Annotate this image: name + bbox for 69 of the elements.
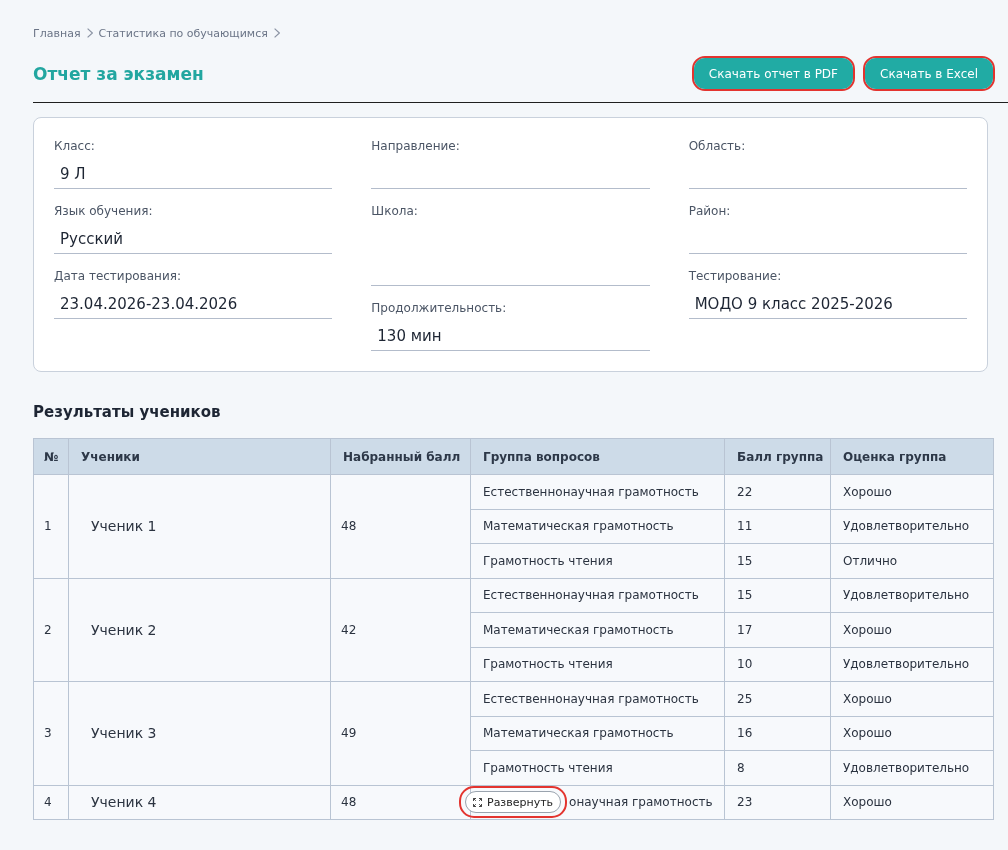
field-label: Район: [688,203,732,219]
table-cell: Хорошо [830,716,994,751]
table-cell: 49 [330,681,471,785]
table-cell: Математическая грамотность [470,509,725,544]
text-field[interactable]: 130 мин [371,316,650,351]
page-title: Отчет за экзамен [33,63,204,84]
table-cell: Удовлетворительно [830,578,994,613]
table-cell: онаучная грамотность [569,795,713,810]
table-cell: 15 [724,578,831,613]
expand-icon [473,797,482,807]
table-cell: Хорошо [830,612,994,647]
table-cell: 22 [724,474,831,509]
table-cell: 4 [33,785,69,820]
column-header: Группа вопросов [470,438,725,475]
table-cell: Естественнонаучная грамотность [470,578,725,613]
table-cell: Грамотность чтения [470,647,725,682]
student-name: Ученик 2 [68,578,331,682]
table-cell: 17 [724,612,831,647]
student-name: Ученик 1 [68,474,331,578]
table-cell: 3 [33,681,69,785]
field-label: Продолжительность: [371,300,508,316]
expand-button[interactable]: Развернуть [465,791,562,814]
table-cell: Грамотность чтения [470,543,725,578]
chevron-right-icon [273,28,280,38]
table-cell: 25 [724,681,831,716]
section-title: Результаты учеников [33,402,222,422]
table-cell: 48 [330,474,471,578]
table-cell: 42 [330,578,471,682]
field-label: Школа: [371,203,419,219]
field-label: Дата тестирования: [54,268,182,284]
field-label: Область: [688,138,747,154]
column-header: Оценка группа [830,438,994,475]
column-header: Ученики [68,438,331,475]
field-label: Тестирование: [688,268,783,284]
breadcrumb-link[interactable]: Главная [33,26,81,40]
table-cell: Математическая грамотность [470,612,725,647]
table-cell: Хорошо [830,474,994,509]
table-cell: 23 [724,785,831,820]
column-header: Балл группа [724,438,831,475]
table-cell: 15 [724,543,831,578]
table-cell: Удовлетворительно [830,647,994,682]
table-cell: Удовлетворительно [830,750,994,785]
student-name: Ученик 3 [68,681,331,785]
table-cell: Отлично [830,543,994,578]
student-name: Ученик 4 [68,785,331,820]
column-header: № [33,438,69,475]
table-cell: 2 [33,578,69,682]
column-header: Набранный балл [330,438,471,475]
field-label: Направление: [371,138,461,154]
text-field[interactable]: Русский [54,219,333,254]
table-cell: Грамотность чтения [470,750,725,785]
text-field[interactable]: 9 Л [54,154,333,189]
breadcrumb-link[interactable]: Статистика по обучающимся [98,26,268,40]
text-field[interactable]: МОДО 9 класс 2025-2026 [688,284,967,319]
table-cell: 1 [33,474,69,578]
table-cell: 10 [724,647,831,682]
table-cell: Хорошо [830,785,994,820]
table-cell: 16 [724,716,831,751]
table-cell: Хорошо [830,681,994,716]
table-cell: Удовлетворительно [830,509,994,544]
field-label: Язык обучения: [54,203,154,219]
table-cell: Математическая грамотность [470,716,725,751]
text-field[interactable]: 23.04.2026-23.04.2026 [54,284,333,319]
table-cell: Естественнонаучная грамотность [470,474,725,509]
table-cell: 8 [724,750,831,785]
table-cell: 11 [724,509,831,544]
chevron-right-icon [86,28,93,38]
table-cell: Естественнонаучная грамотность [470,681,725,716]
field-label: Класс: [54,138,96,154]
